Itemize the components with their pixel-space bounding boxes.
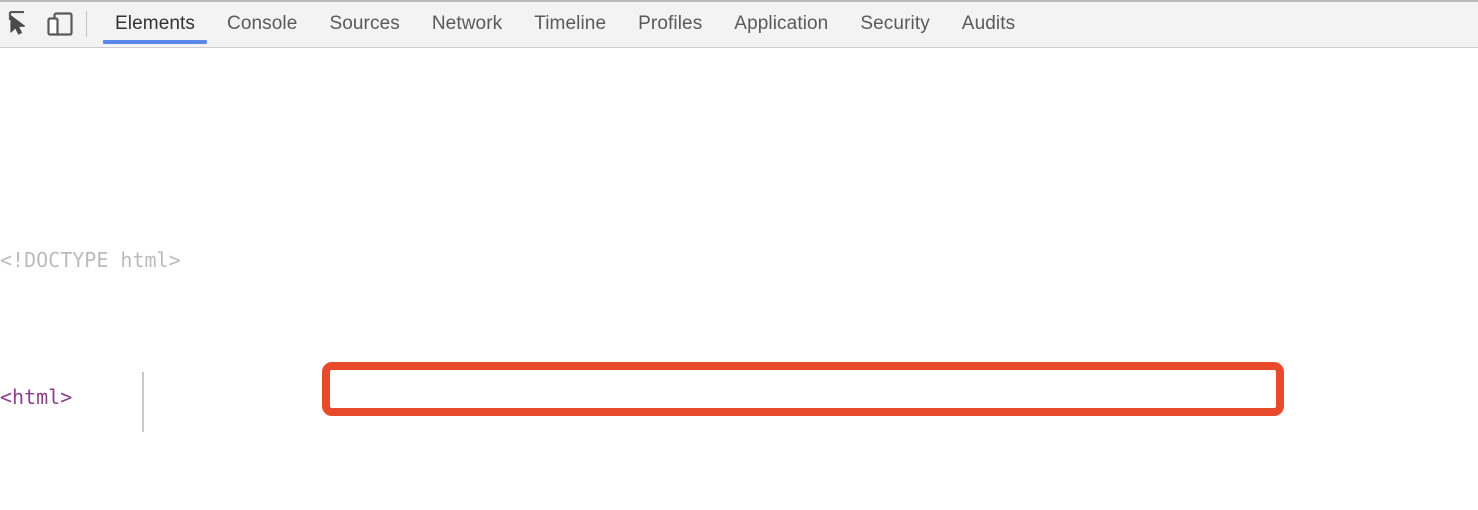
tab-label: Profiles: [638, 12, 703, 34]
tab-label: Security: [860, 12, 930, 34]
tab-label: Sources: [329, 12, 400, 34]
dom-node-doctype[interactable]: <!DOCTYPE html>: [0, 247, 1478, 275]
devtools-toolbar: Elements Console Sources Network Timelin…: [0, 0, 1478, 48]
doctype-text: <!DOCTYPE html>: [0, 247, 181, 272]
tab-application[interactable]: Application: [718, 0, 844, 47]
toggle-device-toolbar-icon[interactable]: [40, 4, 80, 44]
dom-node-html[interactable]: <html>: [0, 384, 1478, 412]
tab-label: Audits: [961, 12, 1016, 34]
tab-network[interactable]: Network: [416, 0, 518, 47]
tab-console[interactable]: Console: [211, 0, 313, 47]
tab-label: Network: [431, 12, 503, 34]
tab-timeline[interactable]: Timeline: [518, 0, 622, 47]
html-tag: <html>: [0, 385, 73, 409]
elements-dom-tree[interactable]: <!DOCTYPE html> <html> <head>…</head> <b…: [0, 48, 1478, 510]
panel-tabs: Elements Console Sources Network Timelin…: [99, 0, 1031, 47]
tab-security[interactable]: Security: [844, 0, 945, 47]
tab-label: Application: [734, 12, 829, 34]
tab-label: Elements: [115, 12, 196, 34]
inspect-element-icon[interactable]: [0, 4, 40, 44]
tab-elements[interactable]: Elements: [99, 0, 211, 47]
tab-label: Timeline: [534, 12, 607, 34]
tab-profiles[interactable]: Profiles: [622, 0, 718, 47]
tab-sources[interactable]: Sources: [313, 0, 415, 47]
tab-audits[interactable]: Audits: [946, 0, 1031, 47]
toolbar-divider: [86, 10, 87, 37]
tab-label: Console: [227, 12, 298, 34]
